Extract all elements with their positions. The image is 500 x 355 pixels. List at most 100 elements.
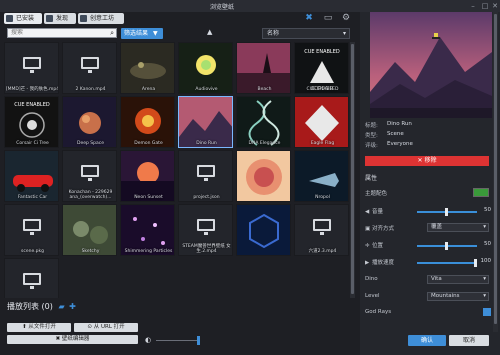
grid-scrollbar-thumb[interactable] bbox=[351, 44, 354, 294]
wallpaper-tile[interactable]: Audiovive bbox=[178, 42, 233, 94]
monitor-icon bbox=[23, 219, 41, 235]
svg-text:CUE ENABLED: CUE ENABLED bbox=[14, 102, 50, 108]
details-scrollbar-thumb[interactable] bbox=[494, 14, 497, 324]
godrays-label: God Rays bbox=[365, 309, 392, 315]
dino-label: Dino bbox=[365, 276, 378, 282]
scheme-color-swatch[interactable] bbox=[473, 188, 489, 197]
wallpaper-tile[interactable]: CUE ENABLED Corsair Ci Tree bbox=[4, 96, 59, 148]
playlist-header: 播放列表 (0) ▰ ✚ bbox=[7, 301, 76, 312]
remove-label: 移除 bbox=[424, 157, 437, 164]
wallpaper-tile[interactable]: 2 Kanon.mp4 bbox=[62, 42, 117, 94]
wallpaper-tile[interactable]: Demon Gate bbox=[120, 96, 175, 148]
wallpaper-tile[interactable]: project.json bbox=[178, 150, 233, 202]
wallpaper-tile[interactable] bbox=[236, 150, 291, 202]
wallpaper-tile[interactable] bbox=[4, 258, 59, 298]
speaker-icon: ◀ bbox=[365, 209, 370, 215]
wallpaper-tile[interactable]: Arena bbox=[120, 42, 175, 94]
wallpaper-tile[interactable]: [MMD]芒 - 我的肤色.mp4 bbox=[4, 42, 59, 94]
wallpaper-name: Fantastic Car bbox=[17, 195, 48, 200]
volume-value: 50 bbox=[484, 207, 491, 213]
tab-discover-label: 发现 bbox=[56, 15, 69, 22]
wallpaper-tile[interactable]: scene.pkg bbox=[4, 204, 59, 256]
volume-slider[interactable] bbox=[417, 208, 477, 216]
add-icon[interactable]: ✚ bbox=[69, 302, 76, 311]
grid-scrollbar[interactable] bbox=[350, 42, 355, 298]
minimize-icon[interactable]: – bbox=[468, 1, 478, 11]
wallpaper-tile[interactable]: 六道2.3.mp4 bbox=[294, 204, 349, 256]
wallpaper-thumbnail bbox=[237, 151, 290, 201]
wallpaper-tile[interactable]: STEAM魔兽世界壁纸 女生.2.mp4 bbox=[178, 204, 233, 256]
search-box[interactable]: ⌕ bbox=[7, 28, 117, 38]
brightness-slider-knob[interactable] bbox=[197, 336, 200, 345]
wallpaper-editor-button[interactable]: ✖ 壁纸编辑器 bbox=[7, 335, 138, 344]
play-icon: ▶ bbox=[365, 260, 370, 266]
gear-icon[interactable]: ⚙ bbox=[340, 12, 352, 24]
detail-type-value: Scene bbox=[387, 131, 404, 137]
ok-button[interactable]: 确认 bbox=[408, 335, 446, 346]
cancel-button[interactable]: 取消 bbox=[449, 335, 489, 346]
alignment-select[interactable]: 覆盖 ▾ bbox=[427, 223, 489, 232]
wallpaper-tile[interactable]: Dino Run bbox=[178, 96, 233, 148]
speed-slider[interactable] bbox=[417, 259, 477, 267]
filter-button[interactable]: 筛选结果 ▼ bbox=[121, 28, 163, 39]
wallpaper-tile[interactable]: Deep Space bbox=[62, 96, 117, 148]
open-from-url-button[interactable]: ⊙ 从 URL 打开 bbox=[74, 323, 138, 332]
speed-slider-knob[interactable] bbox=[474, 259, 477, 267]
wallpaper-tile[interactable]: CUE ENABLED CORSAIR CUE ENABLED bbox=[294, 42, 349, 94]
remove-button[interactable]: ✕ 移除 bbox=[365, 156, 489, 166]
sort-direction-icon[interactable]: ▲ bbox=[207, 28, 212, 36]
folder-icon bbox=[6, 15, 13, 22]
wallpaper-name: Deep Space bbox=[76, 141, 104, 146]
tab-workshop[interactable]: 创意工坊 bbox=[78, 13, 124, 24]
sort-select[interactable]: 名称 ▾ bbox=[262, 28, 350, 39]
dino-select[interactable]: Vita ▾ bbox=[427, 275, 489, 284]
wallpaper-tile[interactable]: Konachan - 229629 ana_(overwatch)... bbox=[62, 150, 117, 202]
speed-value: 100 bbox=[480, 258, 492, 264]
position-slider[interactable] bbox=[417, 242, 477, 250]
wallpaper-tile[interactable]: Beach bbox=[236, 42, 291, 94]
close-icon[interactable]: ✕ bbox=[490, 1, 500, 11]
scheme-color-row: 主题配色 bbox=[365, 188, 491, 199]
wallpaper-tile[interactable]: Sketchy bbox=[62, 204, 117, 256]
alignment-label: 对齐方式 bbox=[372, 226, 395, 232]
display-icon[interactable]: ▭ bbox=[322, 12, 334, 24]
level-select[interactable]: Mountains ▾ bbox=[427, 292, 489, 301]
tab-installed[interactable]: 已安装 bbox=[4, 13, 42, 24]
tab-discover[interactable]: 发现 bbox=[44, 13, 76, 24]
window-title: 浏览壁纸 bbox=[210, 4, 235, 11]
search-input[interactable] bbox=[11, 29, 106, 36]
svg-text:CUE ENABLED: CUE ENABLED bbox=[304, 49, 340, 55]
wallpaper-name: CUE ENABLED bbox=[306, 87, 339, 92]
detail-title-key: 标题: bbox=[365, 123, 378, 129]
wallpaper-tile[interactable] bbox=[236, 204, 291, 256]
open-from-url-label: 从 URL 打开 bbox=[93, 324, 125, 330]
wallpaper-name: Sketchy bbox=[81, 249, 100, 254]
maximize-icon[interactable]: □ bbox=[480, 1, 490, 11]
alignment-select-value: 覆盖 bbox=[431, 224, 443, 230]
wallpaper-name: Audiovive bbox=[195, 87, 218, 92]
wallpaper-tile[interactable]: Nropol bbox=[294, 150, 349, 202]
godrays-checkbox[interactable] bbox=[483, 308, 491, 316]
detail-type-key: 类型: bbox=[365, 133, 378, 139]
position-slider-knob[interactable] bbox=[445, 242, 448, 250]
wallpaper-name: Dino Run bbox=[196, 141, 217, 146]
brightness-slider[interactable] bbox=[156, 340, 198, 341]
detail-rating-key: 评级: bbox=[365, 143, 378, 149]
tools-icon[interactable]: ✖ bbox=[303, 12, 315, 24]
playlist-count: (0) bbox=[41, 302, 53, 311]
details-scrollbar[interactable] bbox=[493, 12, 498, 332]
volume-slider-knob[interactable] bbox=[445, 208, 448, 216]
wallpaper-tile[interactable]: Neon Sunset bbox=[120, 150, 175, 202]
alignment-row: ▣ 对齐方式 覆盖 ▾ bbox=[365, 223, 491, 234]
wallpaper-tile[interactable]: Eagle Flag bbox=[294, 96, 349, 148]
dino-run-preview-art bbox=[370, 12, 492, 118]
wallpaper-tile[interactable]: Shimmering Particles bbox=[120, 204, 175, 256]
monitor-icon bbox=[81, 57, 99, 73]
chevron-down-icon: ▾ bbox=[342, 30, 346, 37]
godrays-row: God Rays bbox=[365, 308, 491, 319]
detail-title-row: 标题: Dino Run bbox=[365, 121, 412, 129]
open-from-file-button[interactable]: ⬆ 从文件打开 bbox=[7, 323, 71, 332]
folder-open-icon[interactable]: ▰ bbox=[58, 302, 64, 311]
wallpaper-tile[interactable]: DNA Elegance bbox=[236, 96, 291, 148]
wallpaper-tile[interactable]: Fantastic Car bbox=[4, 150, 59, 202]
